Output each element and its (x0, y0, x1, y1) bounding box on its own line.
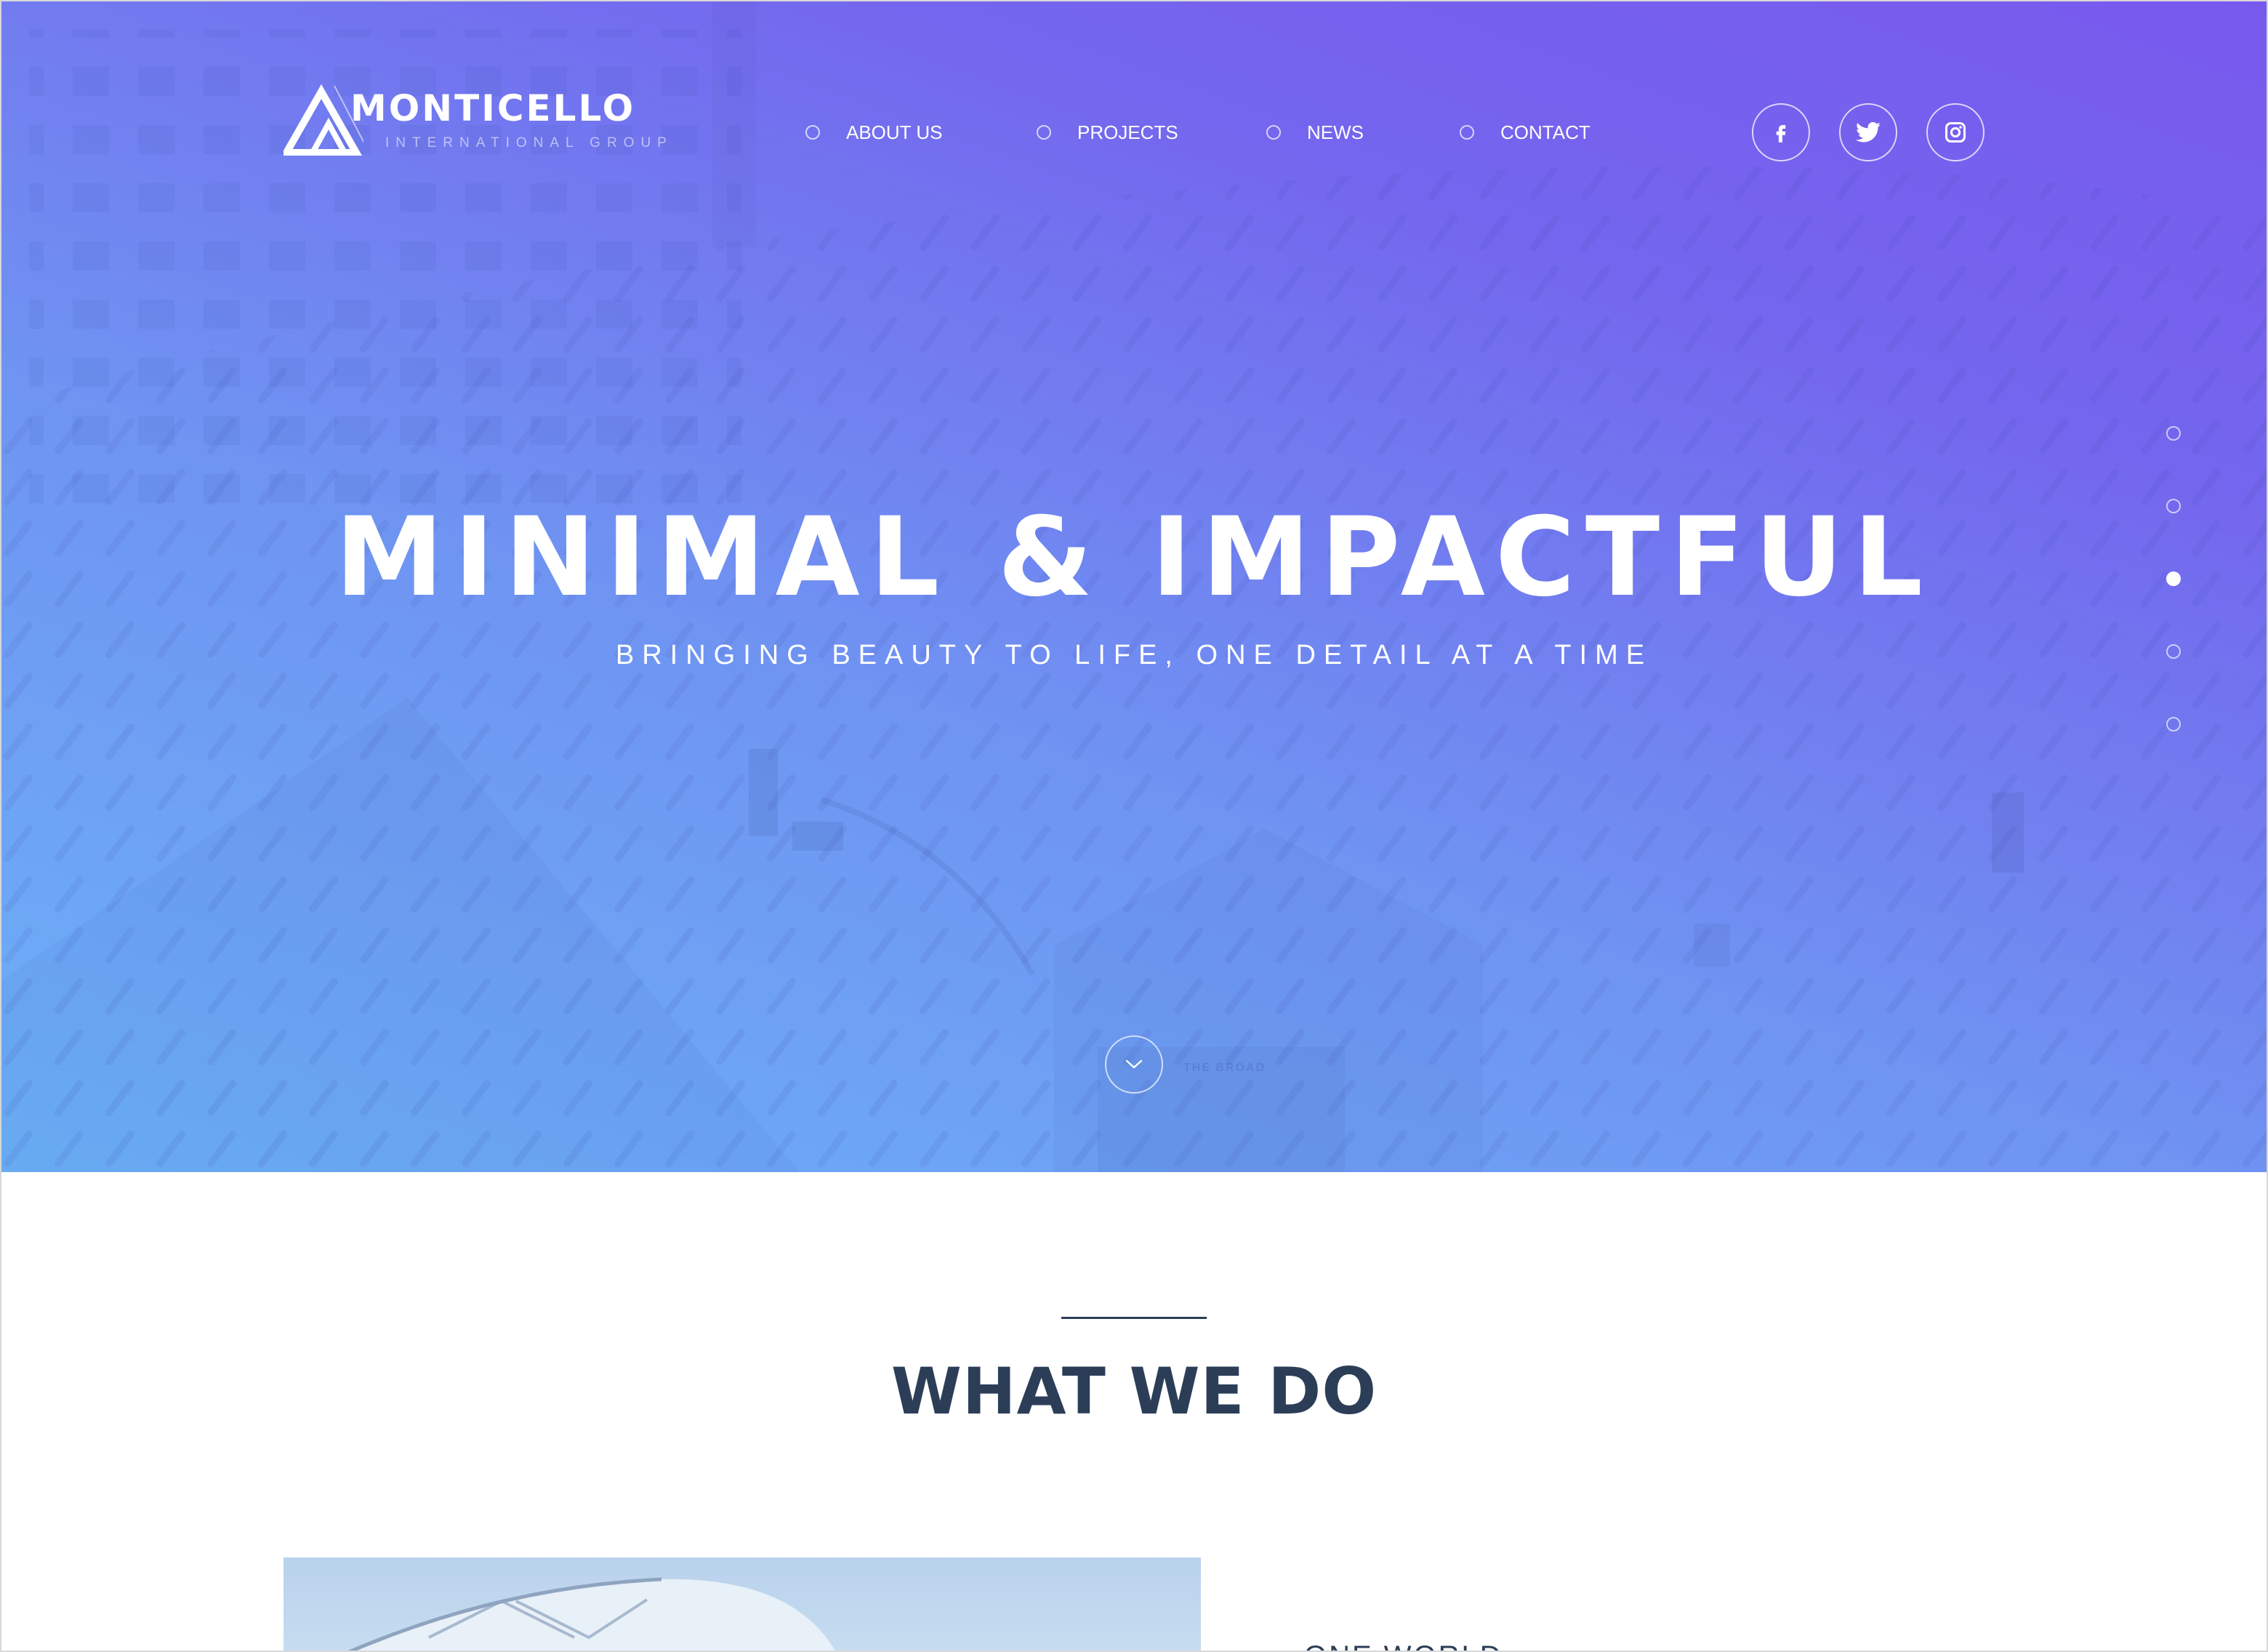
nav-item-news[interactable]: NEWS (1266, 118, 1364, 147)
nav-item-about-us[interactable]: ABOUT US (805, 118, 942, 147)
hero-title: MINIMAL & IMPACTFUL (334, 494, 1934, 621)
nav-item-contact[interactable]: CONTACT (1460, 118, 1591, 147)
facebook-icon (1776, 125, 1786, 143)
nav-item-label: NEWS (1307, 121, 1364, 143)
brand-tagline: INTERNATIONAL GROUP (385, 135, 673, 151)
building-sign-text: THE BROAD (1183, 1062, 1266, 1074)
twitter-icon (1856, 121, 1881, 143)
brand-name: MONTICELLO (350, 87, 636, 129)
feature-image (284, 1557, 1201, 1652)
nav-bullet (1037, 125, 1051, 140)
chevron-down-icon (1125, 1059, 1143, 1069)
nav-item-label: PROJECTS (1077, 121, 1178, 143)
twitter-button[interactable] (1839, 103, 1897, 161)
instagram-icon (1945, 122, 1966, 143)
slide-dot-5[interactable] (2166, 717, 2181, 731)
hero-section: MONTICELLO INTERNATIONAL GROUP ABOUT US … (0, 0, 2268, 1172)
nav-bullet (1460, 125, 1474, 140)
nav-bullet (805, 125, 820, 140)
instagram-button[interactable] (1926, 103, 1984, 161)
section-title: WHAT WE DO (890, 1354, 1378, 1429)
nav-item-projects[interactable]: PROJECTS (1037, 118, 1178, 147)
nav-item-label: CONTACT (1500, 121, 1591, 143)
nav-item-label: ABOUT US (846, 121, 943, 143)
section-divider (1061, 1317, 1207, 1319)
hero-subtitle: BRINGING BEAUTY TO LIFE, ONE DETAIL AT A… (615, 640, 1653, 670)
feature-building-graphic (348, 1577, 836, 1652)
brand-logo[interactable]: MONTICELLO INTERNATIONAL GROUP (284, 79, 667, 166)
scroll-down-button[interactable] (1105, 1035, 1163, 1094)
nav-bullet (1266, 125, 1281, 140)
facebook-button[interactable] (1752, 103, 1810, 161)
feature-heading: ONE WORLD (1304, 1640, 1503, 1652)
slide-dot-1[interactable] (2166, 426, 2181, 441)
